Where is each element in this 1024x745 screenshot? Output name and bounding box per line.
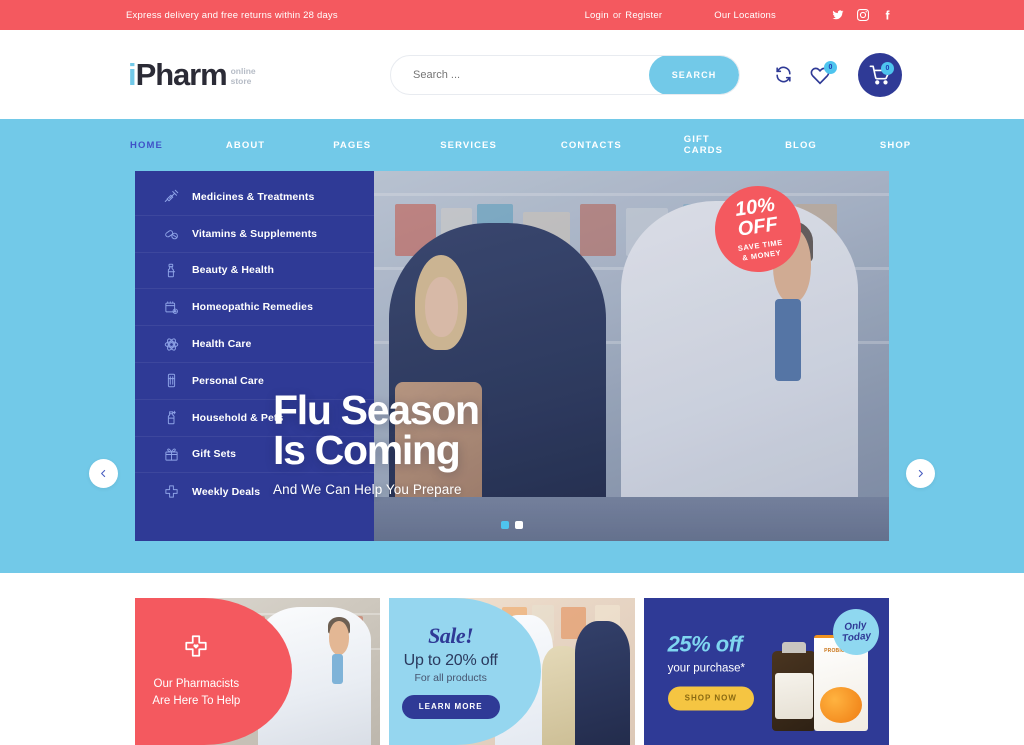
hero-subtitle: And We Can Help You Prepare	[273, 482, 462, 497]
nav-item-services[interactable]: SERVICES	[440, 140, 497, 151]
nav-hero-band: HOME ABOUT PAGES SERVICES CONTACTS GIFT …	[0, 119, 1024, 573]
register-link[interactable]: Register	[625, 10, 662, 21]
promo-card-discount[interactable]: 25% off your purchase* SHOP NOW PROBIOTI…	[643, 598, 889, 745]
login-register-separator: or	[612, 9, 622, 21]
medicine-box-icon	[164, 300, 184, 315]
main-navigation: HOME ABOUT PAGES SERVICES CONTACTS GIFT …	[0, 119, 1024, 171]
medical-cross-icon	[164, 484, 184, 499]
nav-item-about[interactable]: ABOUT	[226, 140, 265, 151]
topbar-right-group: Login or Register Our Locations	[585, 9, 894, 21]
wishlist-icon[interactable]: 0	[810, 60, 837, 85]
category-label: Weekly Deals	[192, 485, 261, 498]
nav-item-blog[interactable]: BLOG	[785, 140, 817, 151]
category-label: Health Care	[192, 338, 252, 351]
badge-line2: Today	[841, 630, 872, 645]
site-header: i Pharm online store SEARCH 0	[0, 30, 1024, 119]
carousel-dots	[501, 521, 523, 529]
promo-discount-line1: your purchase*	[667, 662, 746, 674]
hero-section: Medicines & Treatments Vitamins & Supple…	[135, 171, 889, 541]
category-label: Medicines & Treatments	[192, 190, 315, 203]
category-label: Household & Pets	[192, 411, 284, 424]
promo-card-sale[interactable]: Sale! Up to 20% off For all products LEA…	[389, 598, 635, 745]
promo-cards-row: Our Pharmacists Are Here To Help Sale! U…	[135, 598, 889, 745]
category-label: Vitamins & Supplements	[192, 227, 318, 240]
carousel-dot-2[interactable]	[515, 521, 523, 529]
category-label: Beauty & Health	[192, 264, 275, 277]
cart-button[interactable]: 0	[858, 52, 902, 97]
category-item-medicines-treatments[interactable]: Medicines & Treatments	[135, 179, 374, 216]
hero-title-line2: Is Coming	[273, 427, 461, 474]
spray-bottle-icon	[164, 410, 184, 425]
carousel-dot-1[interactable]	[501, 521, 509, 529]
account-links: Login or Register	[585, 10, 663, 21]
instagram-icon[interactable]	[857, 9, 869, 21]
category-label: Gift Sets	[192, 448, 237, 461]
search-area: SEARCH	[390, 54, 740, 95]
shop-now-button[interactable]: SHOP NOW	[667, 686, 754, 710]
login-link[interactable]: Login	[585, 10, 609, 21]
search-input[interactable]	[391, 68, 649, 81]
cart-count-badge: 0	[881, 61, 894, 75]
facebook-icon[interactable]	[882, 9, 894, 21]
nav-item-shop[interactable]: SHOP	[880, 140, 911, 151]
capsules-icon	[164, 226, 184, 241]
site-logo[interactable]: i Pharm online store	[128, 59, 256, 90]
category-item-health-care[interactable]: Health Care	[135, 326, 374, 363]
promo-sale-title: Sale!	[428, 622, 474, 648]
hero-title-line1: Flu Season	[273, 387, 480, 434]
promo-text-line2: Are Here To Help	[152, 695, 241, 707]
product-bottle-image	[771, 642, 816, 731]
search-button[interactable]: SEARCH	[649, 55, 739, 94]
category-item-homeopathic-remedies[interactable]: Homeopathic Remedies	[135, 289, 374, 327]
nav-item-pages[interactable]: PAGES	[333, 140, 371, 151]
hero-text-block: Flu Season Is Coming And We Can Help You…	[273, 387, 693, 497]
toothbrush-icon	[164, 373, 184, 388]
lotion-bottle-icon	[164, 263, 184, 278]
delivery-message: Express delivery and free returns within…	[126, 9, 338, 21]
logo-tagline-line2: store	[230, 76, 252, 87]
learn-more-button[interactable]: LEARN MORE	[401, 694, 500, 719]
carousel-prev-button[interactable]	[89, 459, 118, 488]
category-item-beauty-health[interactable]: Beauty & Health	[135, 253, 374, 290]
promo-sale-line1: Up to 20% off	[403, 651, 498, 669]
search-box: SEARCH	[390, 54, 740, 95]
molecule-icon	[164, 337, 184, 352]
category-item-vitamins-supplements[interactable]: Vitamins & Supplements	[135, 216, 374, 253]
category-label: Personal Care	[192, 374, 264, 387]
logo-tagline: online store	[231, 67, 256, 87]
our-locations-link[interactable]: Our Locations	[714, 10, 776, 21]
social-links	[832, 9, 894, 21]
discount-off-label: OFF	[736, 213, 780, 241]
top-announcement-bar: Express delivery and free returns within…	[0, 0, 1024, 30]
promo-card-pharmacists[interactable]: Our Pharmacists Are Here To Help	[135, 598, 381, 745]
header-actions: 0 0	[774, 52, 902, 97]
nav-item-home[interactable]: HOME	[130, 140, 163, 151]
twitter-icon[interactable]	[832, 9, 844, 21]
compare-icon[interactable]	[774, 65, 793, 84]
carousel-next-button[interactable]	[906, 459, 935, 488]
nav-item-contacts[interactable]: CONTACTS	[561, 140, 622, 151]
promo-text-line1: Our Pharmacists	[153, 678, 240, 691]
gift-icon	[164, 447, 184, 462]
nav-item-gift-cards[interactable]: GIFT CARDS	[684, 134, 723, 156]
medical-cross-heart-icon	[183, 633, 209, 664]
promo-panel: 25% off your purchase* SHOP NOW	[667, 631, 754, 710]
wishlist-count-badge: 0	[824, 60, 837, 74]
logo-letter-i: i	[128, 57, 137, 92]
discount-tagline: SAVE TIME & MONEY	[737, 238, 784, 263]
logo-tagline-line1: online	[230, 66, 256, 77]
promo-discount-title: 25% off	[667, 631, 743, 656]
syringe-icon	[164, 189, 184, 204]
category-label: Homeopathic Remedies	[192, 301, 314, 314]
promo-sale-line2: For all products	[414, 671, 487, 684]
promo-text: Our Pharmacists Are Here To Help	[152, 676, 240, 709]
logo-text: Pharm	[135, 57, 228, 92]
